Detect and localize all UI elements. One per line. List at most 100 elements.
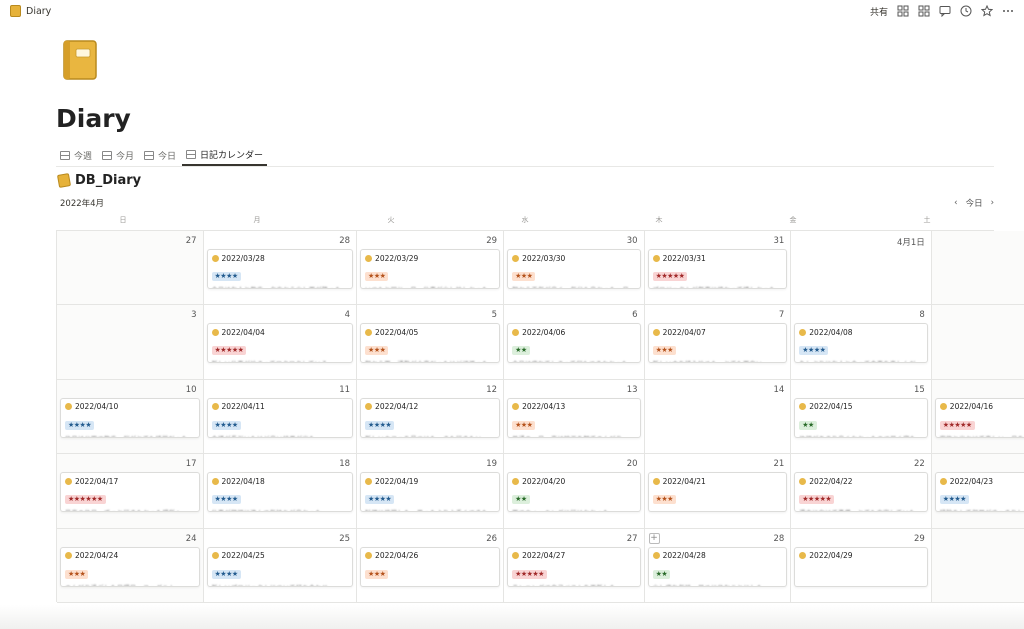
rating-badge: ★★★★★ (652, 272, 688, 281)
calendar-day-cell[interactable]: 28 2022/03/28 ★★★★ 今日は友人と散歩。夕方から少し雨が降った。 (203, 231, 358, 306)
diary-entry-card[interactable]: 2022/03/29 ★★★ いつもと同じ一日。仕事が少し忙しかった。 (360, 249, 501, 289)
breadcrumb[interactable]: Diary (10, 5, 51, 17)
diary-entry-card[interactable]: 2022/04/07 ★★★ 新しい本を読み始めた。とても面白い。 (647, 323, 788, 364)
calendar-day-cell[interactable]: 14 (644, 379, 792, 455)
tab-this-week[interactable]: 今週 (56, 145, 96, 166)
diary-entry-card[interactable]: 2022/04/28 ★★ 少し疲れ気味。早めに休むことにした。 (647, 546, 788, 587)
calendar-day-cell[interactable]: 162022/04/16★★★★★家族と出かけて楽しい一日を過ごした。 (931, 379, 1024, 455)
calendar-day-cell[interactable]: 5 2022/04/05 ★★★ 朝から雨。通勤が大変だったけど頑張った。 (357, 305, 505, 380)
calendar-nav: ‹ 今日 › (954, 197, 994, 209)
calendar-day-cell[interactable]: 4月1日 (791, 231, 932, 306)
chevron-right-icon[interactable]: › (991, 198, 994, 208)
diary-entry-card[interactable]: 2022/04/25 ★★★★ 新しいプロジェクトについて打ち合わせ。 (206, 546, 354, 587)
diary-entry-card[interactable]: 2022/04/08 ★★★★ 久しぶりに友人と会って食事を楽しんだ。 (794, 323, 928, 364)
diary-entry-card[interactable]: 2022/04/06 ★★ 今日は疲れてしまって何もできなかった。 (507, 323, 641, 364)
calendar-day-cell[interactable]: +28 2022/04/28 ★★ 少し疲れ気味。早めに休むことにした。 (644, 528, 792, 603)
tab-this-month[interactable]: 今月 (98, 145, 138, 166)
diary-entry-card[interactable]: 2022/04/19 ★★★★ 料理に挑戦した。思ったより上手くできた。 (360, 472, 501, 513)
diary-entry-card[interactable]: 2022/04/11 ★★★★ 会議が長引いたけど良い結果が出た。 (206, 397, 354, 438)
diary-entry-card[interactable]: 2022/04/21 ★★★ (647, 472, 788, 513)
apps-icon[interactable] (917, 5, 930, 18)
diary-entry-card[interactable]: 2022/04/24 ★★★ のんびり過ごした日曜日。ヨーグルト。 (60, 546, 200, 587)
more-icon[interactable] (1001, 5, 1014, 18)
calendar-day-cell[interactable]: 6 2022/04/06 ★★ 今日は疲れてしまって何もできなかった。 (504, 305, 645, 380)
calendar-day-cell[interactable]: 15 2022/04/15 ★★ 体調があまり良くなかったので早く寝た。 (791, 379, 932, 455)
calendar-day-cell[interactable]: 24 2022/04/24 ★★★ のんびり過ごした日曜日。ヨーグルト。 (57, 528, 204, 603)
diary-entry-card[interactable]: 2022/04/16 ★★★★★ 家族と出かけて楽しい一日を過ごした。 (934, 397, 1024, 438)
calendar-day-cell[interactable]: 26 2022/04/26 ★★★ (357, 528, 505, 603)
calendar-day-cell[interactable]: 29 2022/03/29 ★★★ いつもと同じ一日。仕事が少し忙しかった。 (357, 231, 505, 306)
grid-icon[interactable] (896, 5, 909, 18)
share-button[interactable]: 共有 (870, 5, 888, 18)
day-number: 30 (626, 236, 638, 246)
diary-entry-card[interactable]: 2022/04/27 ★★★★★ ランニングで自己ベストを更新した。 (507, 546, 641, 587)
diary-entry-card[interactable]: 2022/03/30 ★★★ 朝から天気が良く、気分も良かった一日。 (507, 249, 641, 289)
calendar-day-cell[interactable]: 232022/04/23★★★★掃除をして部屋がすっきりした。 (931, 454, 1024, 529)
calendar-day-cell[interactable]: 30 2022/03/30 ★★★ 朝から天気が良く、気分も良かった一日。 (504, 231, 645, 306)
calendar-day-cell[interactable]: 27 (57, 231, 204, 306)
entry-emoji-icon (211, 477, 219, 485)
today-button[interactable]: 今日 (966, 197, 983, 209)
diary-entry-card[interactable]: 2022/04/29 (794, 546, 928, 587)
calendar-day-cell[interactable]: 4 2022/04/04 ★★★★★ 新しい仕事が始まってワクワクしている。 (203, 305, 358, 380)
star-icon[interactable] (980, 5, 993, 18)
chevron-left-icon[interactable]: ‹ (954, 198, 957, 208)
calendar-day-cell[interactable]: 13 2022/04/13 ★★★ 普通の一日。夜は映画を観てのんびり。 (504, 379, 645, 455)
entry-note: 料理に挑戦した。思ったより上手くできた。 (365, 508, 495, 511)
entry-title-text: 2022/03/29 (375, 253, 419, 263)
entry-emoji-icon (512, 477, 520, 485)
calendar-day-cell[interactable]: 12 2022/04/12 ★★★★ 新しいカフェを見つけた。また行きたい。 (357, 379, 505, 455)
diary-entry-card[interactable]: 2022/04/17 ★★★★★★ 最高の休日。ずっと行きたかった場所へ。 (60, 472, 200, 513)
diary-entry-card[interactable]: 2022/04/26 ★★★ (360, 546, 501, 587)
calendar-day-cell[interactable]: 3 (57, 305, 204, 380)
diary-entry-card[interactable]: 2022/04/23 ★★★★ 掃除をして部屋がすっきりした。 (934, 472, 1024, 513)
tab-diary-calendar[interactable]: 日記カレンダー (182, 145, 268, 166)
diary-entry-card[interactable]: 2022/04/04 ★★★★★ 新しい仕事が始まってワクワクしている。 (206, 323, 354, 364)
calendar-day-cell[interactable]: 21 2022/04/21 ★★★ (644, 454, 792, 529)
history-icon[interactable] (959, 5, 972, 18)
entry-emoji-icon (65, 477, 72, 485)
calendar-day-cell[interactable]: 30 (931, 528, 1024, 603)
calendar-day-cell[interactable]: 8 2022/04/08 ★★★★ 久しぶりに友人と会って食事を楽しんだ。 (791, 305, 932, 380)
calendar-day-cell[interactable]: 18 2022/04/18 ★★★★ 仕事が順調に進んで気持ちが良かった。 (203, 454, 358, 529)
rating-badge: ★★★★★ (939, 420, 975, 430)
calendar-day-cell[interactable]: 11 2022/04/11 ★★★★ 会議が長引いたけど良い結果が出た。 (203, 379, 358, 455)
calendar-day-cell[interactable]: 31 2022/03/31 ★★★★★ プロジェクトが無事に終わって嬉しかった。 (644, 231, 792, 306)
comment-icon[interactable] (938, 5, 951, 18)
rating-badge: ★★★ (652, 495, 676, 505)
diary-entry-card[interactable]: 2022/04/12 ★★★★ 新しいカフェを見つけた。また行きたい。 (360, 397, 501, 438)
calendar-day-cell[interactable]: 20 2022/04/20 ★★ 雨でウォーキングに行けなかった。 (504, 454, 645, 529)
diary-entry-card[interactable]: 2022/04/15 ★★ 体調があまり良くなかったので早く寝た。 (794, 397, 928, 438)
calendar-day-cell[interactable]: 2 (931, 231, 1024, 306)
calendar-day-cell[interactable]: 10 2022/04/10 ★★★★ 休日は公園で散歩。桜がとても綺麗だった。 (57, 379, 204, 455)
calendar-day-cell[interactable]: 22 2022/04/22 ★★★★★ 週末に向けて準備。とても充実していた。 (791, 454, 932, 529)
diary-entry-card[interactable]: 2022/04/10 ★★★★ 休日は公園で散歩。桜がとても綺麗だった。 (60, 397, 200, 438)
add-entry-icon[interactable]: + (648, 532, 660, 544)
calendar-day-cell[interactable]: 9 (931, 305, 1024, 380)
calendar-day-cell[interactable]: 19 2022/04/19 ★★★★ 料理に挑戦した。思ったより上手くできた。 (357, 454, 505, 529)
entry-title-text: 2022/04/19 (375, 476, 419, 486)
tab-today[interactable]: 今日 (140, 145, 180, 166)
diary-entry-card[interactable]: 2022/04/13 ★★★ 普通の一日。夜は映画を観てのんびり。 (507, 397, 641, 438)
diary-entry-card[interactable]: 2022/04/18 ★★★★ 仕事が順調に進んで気持ちが良かった。 (206, 472, 354, 513)
database-title[interactable]: DB_Diary (56, 173, 141, 188)
rating-badge: ★★★★ (211, 420, 241, 430)
rating-badge: ★★★ (365, 272, 389, 281)
day-number: 6 (632, 310, 638, 321)
weekday-label: 日 (119, 216, 127, 224)
rating-badge: ★★ (512, 346, 530, 356)
calendar-day-cell[interactable]: 7 2022/04/07 ★★★ 新しい本を読み始めた。とても面白い。 (644, 305, 792, 380)
calendar-day-cell[interactable]: 29 2022/04/29 (791, 528, 932, 603)
diary-entry-card[interactable]: 2022/04/20 ★★ 雨でウォーキングに行けなかった。 (507, 472, 641, 513)
diary-entry-card[interactable]: 2022/03/28 ★★★★ 今日は友人と散歩。夕方から少し雨が降った。 (206, 249, 354, 289)
calendar-day-cell[interactable]: 27 2022/04/27 ★★★★★ ランニングで自己ベストを更新した。 (504, 528, 645, 603)
diary-entry-card[interactable]: 2022/03/31 ★★★★★ プロジェクトが無事に終わって嬉しかった。 (647, 249, 788, 289)
weekday-label: 月 (253, 216, 261, 224)
page-notebook-icon[interactable] (60, 38, 100, 82)
rating-badge: ★★★★★ (799, 495, 835, 505)
calendar-day-cell[interactable]: 17 2022/04/17 ★★★★★★ 最高の休日。ずっと行きたかった場所へ。 (57, 454, 204, 529)
day-number: 21 (773, 459, 785, 470)
calendar-day-cell[interactable]: 25 2022/04/25 ★★★★ 新しいプロジェクトについて打ち合わせ。 (203, 528, 358, 603)
diary-entry-card[interactable]: 2022/04/22 ★★★★★ 週末に向けて準備。とても充実していた。 (794, 472, 928, 513)
diary-entry-card[interactable]: 2022/04/05 ★★★ 朝から雨。通勤が大変だったけど頑張った。 (360, 323, 501, 364)
